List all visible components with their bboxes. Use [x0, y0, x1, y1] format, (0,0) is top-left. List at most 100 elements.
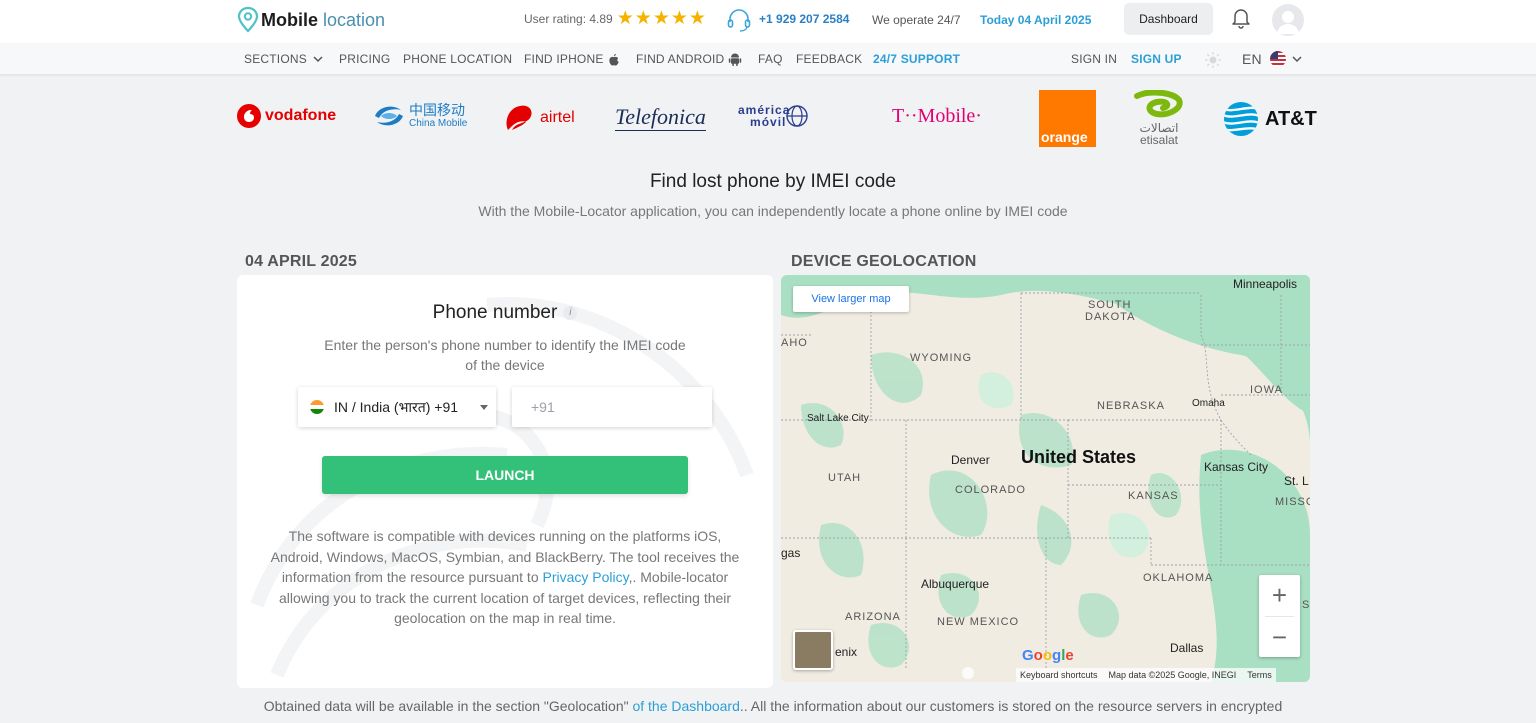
keyboard-shortcuts-link[interactable]: Keyboard shortcuts [1020, 670, 1098, 680]
phone-number-title: Phone number i [237, 302, 773, 324]
star-icon: ★ [616, 8, 634, 29]
vodafone-logo: vodafone [237, 104, 336, 128]
star-icon: ★ [652, 8, 670, 29]
page-title: Find lost phone by IMEI code [649, 171, 897, 192]
date-label: 04 APRIL 2025 [245, 253, 357, 270]
map-label-aho: AHO [781, 337, 808, 349]
user-rating: User rating: 4.89 ★ ★ ★ ★ ★ [524, 8, 707, 29]
map-label-utah: UTAH [828, 472, 862, 484]
bell-icon[interactable] [1231, 7, 1251, 29]
language-selector[interactable]: EN [1242, 51, 1302, 67]
america-movil-text: américa móvil [738, 104, 790, 128]
geolocation-label: DEVICE GEOLOCATION [791, 253, 977, 270]
logo-sub: location [323, 9, 386, 30]
map-data-attribution: Map data ©2025 Google, INEGI [1108, 670, 1237, 680]
satellite-view-toggle[interactable] [793, 630, 833, 670]
nav-find-iphone[interactable]: FIND IPHONE [524, 52, 620, 66]
privacy-policy-link[interactable]: Privacy Policy [543, 569, 629, 585]
map-label-salt-lake-city: Salt Lake City [807, 413, 869, 424]
map-label-kansas-city: Kansas City [1204, 460, 1269, 474]
phone-number-title-text: Phone number [432, 302, 558, 323]
nav-sections[interactable]: SECTIONS [244, 52, 323, 66]
map-label-phoenix: enix [835, 645, 858, 659]
etisalat-en: etisalat [1139, 133, 1178, 147]
google-logo: Google [1022, 647, 1074, 664]
language-label: EN [1242, 51, 1262, 67]
location-pin-icon [237, 7, 259, 33]
orange-logo: orange [1039, 90, 1096, 147]
view-larger-map-link[interactable]: View larger map [793, 286, 909, 312]
map-label-iowa: IOWA [1250, 384, 1283, 396]
android-icon [729, 53, 742, 66]
china-mobile-icon [375, 106, 403, 126]
china-mobile-logo: 中国移动 China Mobile [373, 102, 467, 130]
geolocation-map[interactable]: View larger map Minneapolis SOUTH DAKOTA… [781, 275, 1310, 682]
page-subtitle: With the Mobile-Locator application, you… [478, 203, 1068, 219]
google-letter: g [1052, 647, 1062, 664]
etisalat-text: اتصالات etisalat [1140, 122, 1179, 146]
dashboard-button[interactable]: Dashboard [1124, 3, 1213, 35]
rating-stars: ★ ★ ★ ★ ★ [616, 8, 707, 29]
telefonica-text: Telefonica [615, 104, 706, 131]
star-icon: ★ [634, 8, 652, 29]
google-letter: o [1042, 647, 1053, 664]
india-flag-icon [310, 400, 324, 414]
terms-link[interactable]: Terms [1247, 670, 1272, 680]
nav-support[interactable]: 24/7 SUPPORT [873, 52, 960, 66]
nav-find-android[interactable]: FIND ANDROID [636, 52, 742, 66]
info-icon[interactable]: i [563, 305, 578, 320]
map-label-las-vegas: gas [781, 546, 801, 560]
nav-find-android-label: FIND ANDROID [636, 52, 725, 66]
map-label-nebraska: NEBRASKA [1097, 400, 1165, 412]
country-select-value: IN / India (भारत) +91 [334, 398, 459, 415]
orange-box: orange [1039, 90, 1096, 147]
phone-description: Enter the person's phone number to ident… [324, 337, 686, 373]
sun-icon[interactable] [1204, 51, 1222, 69]
map-label-colorado: COLORADO [955, 484, 1026, 496]
avatar[interactable] [1272, 4, 1304, 36]
telefonica-logo: Telefonica [615, 104, 706, 131]
nav-faq[interactable]: FAQ [758, 52, 783, 66]
logo[interactable]: Mobile location [237, 3, 385, 37]
nav-sign-up[interactable]: SIGN UP [1131, 52, 1182, 66]
china-mobile-cn: 中国移动 [409, 102, 465, 118]
star-icon: ★ [688, 8, 706, 29]
airtel-icon [506, 105, 532, 130]
phone-input[interactable] [512, 387, 712, 427]
logo-brand: Mobile [261, 9, 318, 30]
map-label-st-louis: St. L [1284, 474, 1309, 488]
map-label-kansas: KANSAS [1128, 490, 1179, 502]
dashboard-link[interactable]: of the Dashboard [632, 698, 739, 714]
star-icon: ★ [670, 8, 688, 29]
nav-feedback[interactable]: FEEDBACK [796, 52, 862, 66]
compatibility-text: The software is compatible with devices … [265, 526, 745, 629]
map-label-arizona: ARIZONA [845, 611, 901, 623]
map-label-denver: Denver [951, 453, 990, 467]
launch-button[interactable]: LAUNCH [322, 456, 688, 494]
google-letter: G [1022, 647, 1034, 664]
zoom-out-button[interactable]: − [1259, 617, 1300, 658]
nav-find-iphone-label: FIND IPHONE [524, 52, 604, 66]
zoom-controls: + − [1259, 575, 1300, 657]
us-flag-icon [1269, 51, 1286, 67]
nav-sign-in[interactable]: SIGN IN [1071, 52, 1117, 66]
support-phone[interactable]: +1 929 207 2584 [759, 12, 849, 26]
bottom-note: Obtained data will be available in the s… [0, 698, 1536, 714]
map-label-south-dakota-1: SOUTH [1088, 299, 1132, 311]
bottom-note-pre: Obtained data will be available in the s… [263, 698, 633, 714]
map-label-united-states: United States [1021, 447, 1137, 467]
att-text: AT&T [1265, 107, 1317, 130]
zoom-in-button[interactable]: + [1259, 575, 1300, 616]
map-label-omaha: Omaha [1192, 398, 1225, 409]
china-mobile-text: 中国移动 China Mobile [409, 102, 467, 130]
map-label-s: S [1302, 599, 1310, 611]
vodafone-text: vodafone [265, 107, 337, 124]
chevron-down-icon [1292, 56, 1302, 63]
country-select[interactable]: IN / India (भारत) +91 [298, 387, 496, 427]
map-label-new-mexico: NEW MEXICO [937, 616, 1020, 628]
nav-phone-location[interactable]: PHONE LOCATION [403, 52, 512, 66]
airtel-logo: airtel [502, 100, 575, 136]
orange-text: orange [1041, 129, 1088, 145]
nav-pricing[interactable]: PRICING [339, 52, 390, 66]
user-icon [1277, 11, 1299, 34]
